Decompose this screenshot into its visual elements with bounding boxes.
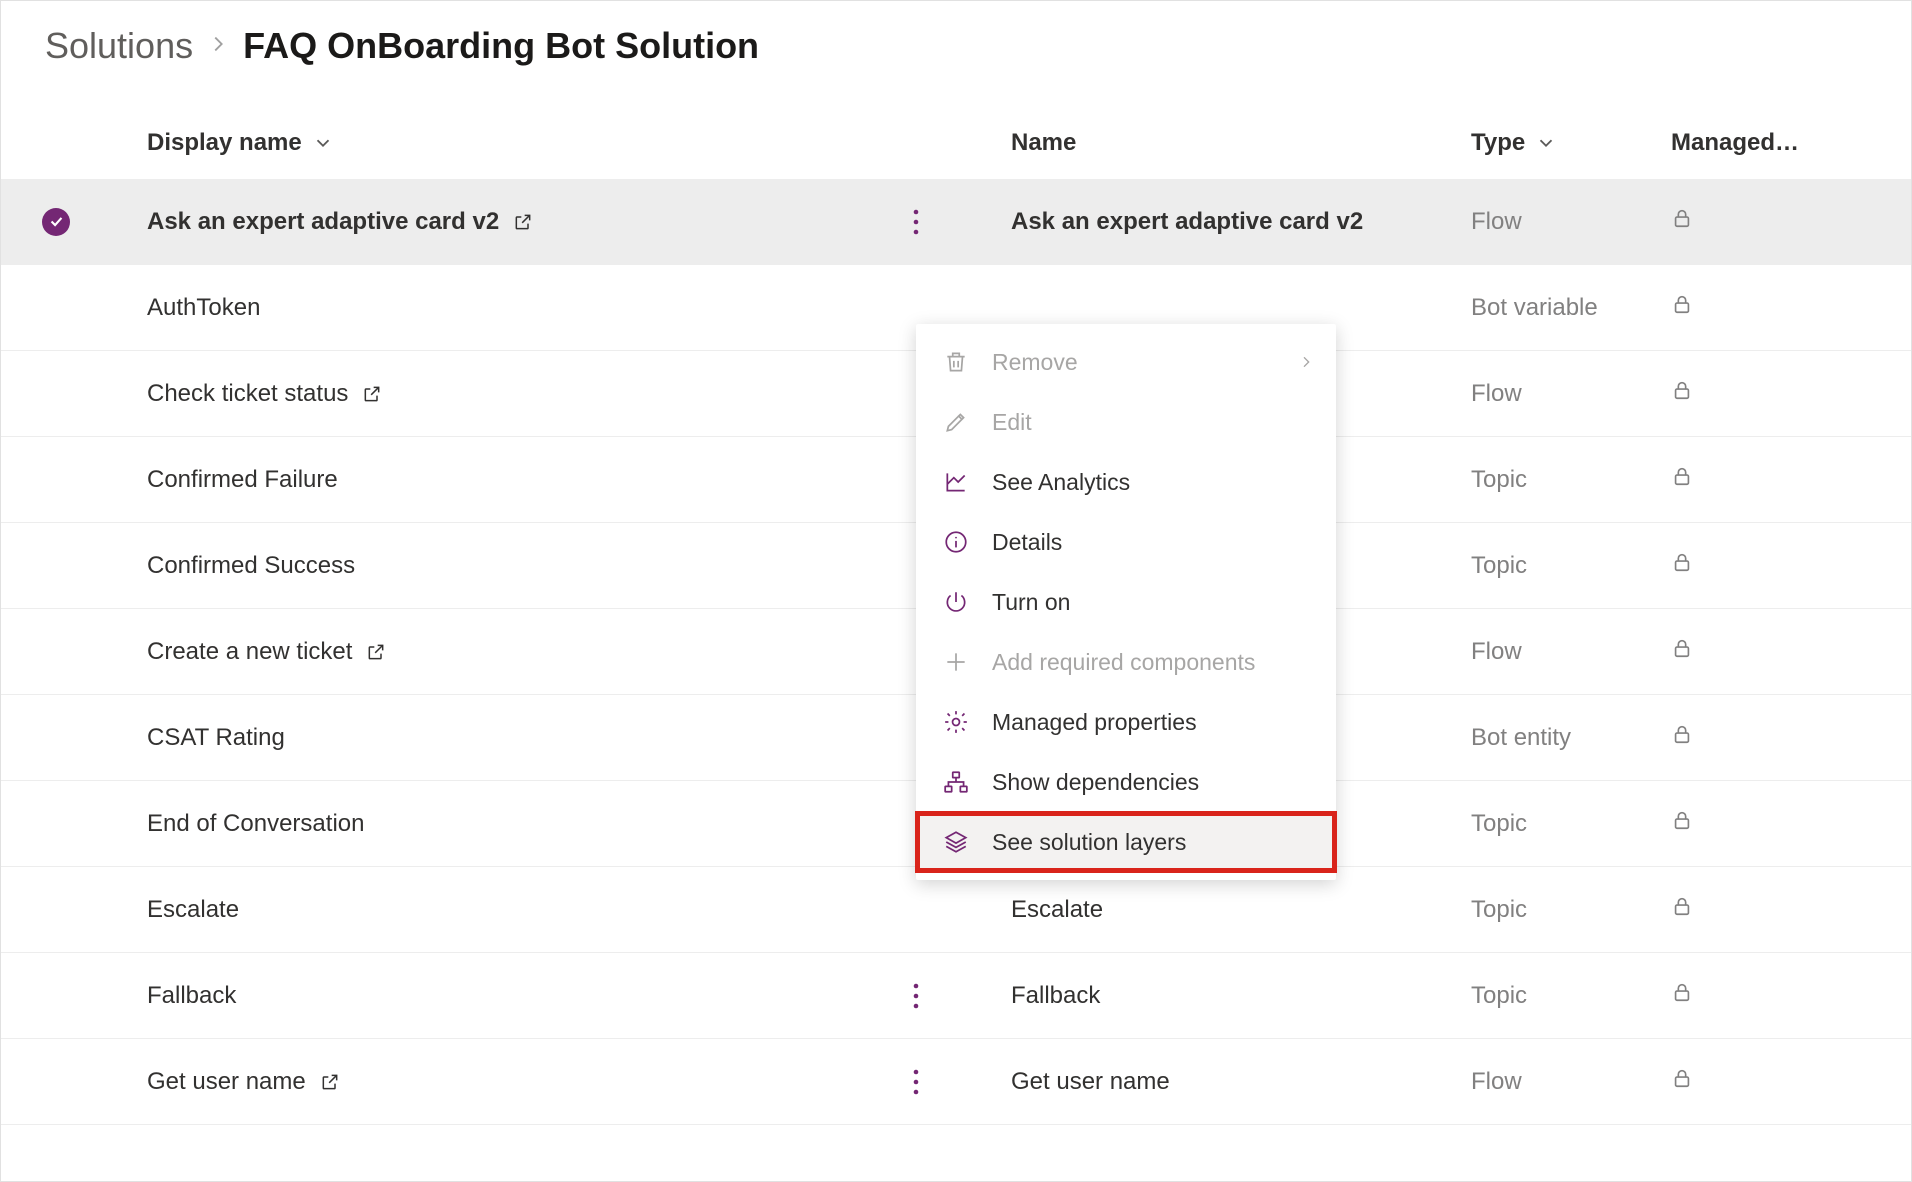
lock-icon <box>1671 377 1693 403</box>
table-row[interactable]: Get user nameGet user nameFlow <box>1 1039 1911 1125</box>
managed-cell <box>1641 635 1911 668</box>
lock-icon <box>1671 635 1693 661</box>
menu-item-label: See Analytics <box>992 469 1130 496</box>
menu-item-label: Remove <box>992 349 1078 376</box>
display-name-cell[interactable]: Confirmed Success <box>147 552 355 580</box>
display-name-cell[interactable]: Escalate <box>147 896 239 924</box>
type-cell: Topic <box>1431 466 1641 494</box>
menu-item-pencil: Edit <box>916 392 1336 452</box>
display-name-cell[interactable]: End of Conversation <box>147 810 364 838</box>
display-name-cell[interactable]: Check ticket status <box>147 380 382 408</box>
more-actions-button[interactable] <box>896 1059 936 1105</box>
managed-cell <box>1641 549 1911 582</box>
type-cell: Flow <box>1431 638 1641 666</box>
display-name-cell[interactable]: CSAT Rating <box>147 724 285 752</box>
lock-icon <box>1671 463 1693 489</box>
selected-check-icon <box>42 208 70 236</box>
lock-icon <box>1671 1065 1693 1091</box>
menu-item-label: Show dependencies <box>992 769 1199 796</box>
lock-icon <box>1671 549 1693 575</box>
managed-cell <box>1641 1065 1911 1098</box>
more-actions-button[interactable] <box>896 973 936 1019</box>
name-cell: Fallback <box>951 982 1431 1010</box>
chevron-down-icon <box>1535 132 1557 154</box>
lock-icon <box>1671 721 1693 747</box>
display-name-cell[interactable]: Confirmed Failure <box>147 466 338 494</box>
menu-item-power[interactable]: Turn on <box>916 572 1336 632</box>
chevron-down-icon <box>312 132 334 154</box>
open-new-window-icon <box>513 212 533 232</box>
managed-cell <box>1641 721 1911 754</box>
open-new-window-icon <box>362 384 382 404</box>
managed-cell <box>1641 893 1911 926</box>
menu-item-label: Add required components <box>992 649 1255 676</box>
info-icon <box>942 528 970 556</box>
layers-icon <box>942 828 970 856</box>
table-row[interactable]: Ask an expert adaptive card v2 Ask an exp… <box>1 179 1911 265</box>
open-new-window-icon <box>320 1072 340 1092</box>
lock-icon <box>1671 807 1693 833</box>
name-cell: Ask an expert adaptive card v2 <box>951 208 1431 236</box>
context-menu[interactable]: Remove Edit See Analytics Details Turn on Add… <box>916 324 1336 880</box>
menu-item-label: Details <box>992 529 1062 556</box>
display-name-cell[interactable]: Get user name <box>147 1068 340 1096</box>
type-cell: Flow <box>1431 380 1641 408</box>
menu-item-label: Turn on <box>992 589 1070 616</box>
lock-icon <box>1671 893 1693 919</box>
type-cell: Flow <box>1431 208 1641 236</box>
menu-item-plus: Add required components <box>916 632 1336 692</box>
name-cell: Escalate <box>951 896 1431 924</box>
header-name[interactable]: Name <box>1011 129 1076 157</box>
breadcrumb-root[interactable]: Solutions <box>45 25 193 67</box>
type-cell: Topic <box>1431 552 1641 580</box>
managed-cell <box>1641 979 1911 1012</box>
menu-item-info[interactable]: Details <box>916 512 1336 572</box>
display-name-cell[interactable]: Ask an expert adaptive card v2 <box>147 208 533 236</box>
menu-item-trash: Remove <box>916 332 1336 392</box>
more-actions-button[interactable] <box>896 199 936 245</box>
plus-icon <box>942 648 970 676</box>
type-cell: Topic <box>1431 982 1641 1010</box>
type-cell: Topic <box>1431 810 1641 838</box>
gear-icon <box>942 708 970 736</box>
power-icon <box>942 588 970 616</box>
header-type[interactable]: Type <box>1471 129 1557 157</box>
menu-item-label: Edit <box>992 409 1032 436</box>
type-cell: Bot variable <box>1431 294 1641 322</box>
managed-cell <box>1641 291 1911 324</box>
table-row[interactable]: FallbackFallbackTopic <box>1 953 1911 1039</box>
pencil-icon <box>942 408 970 436</box>
managed-cell <box>1641 377 1911 410</box>
chevron-right-icon <box>207 29 229 63</box>
display-name-cell[interactable]: AuthToken <box>147 294 260 322</box>
header-display-name[interactable]: Display name <box>147 129 334 157</box>
deps-icon <box>942 768 970 796</box>
menu-item-label: Managed properties <box>992 709 1197 736</box>
breadcrumb: Solutions FAQ OnBoarding Bot Solution <box>1 25 1911 107</box>
table-header-row: Display name Name Type Managed… <box>1 107 1911 179</box>
menu-item-layers[interactable]: See solution layers <box>916 812 1336 872</box>
open-new-window-icon <box>366 642 386 662</box>
managed-cell <box>1641 205 1911 238</box>
analytics-icon <box>942 468 970 496</box>
menu-item-label: See solution layers <box>992 829 1186 856</box>
header-managed[interactable]: Managed… <box>1671 129 1799 157</box>
trash-icon <box>942 348 970 376</box>
breadcrumb-current: FAQ OnBoarding Bot Solution <box>243 25 759 67</box>
type-cell: Bot entity <box>1431 724 1641 752</box>
display-name-cell[interactable]: Fallback <box>147 982 236 1010</box>
type-cell: Flow <box>1431 1068 1641 1096</box>
chevron-right-icon <box>1298 354 1314 370</box>
managed-cell <box>1641 807 1911 840</box>
display-name-cell[interactable]: Create a new ticket <box>147 638 386 666</box>
name-cell: Get user name <box>951 1068 1431 1096</box>
menu-item-deps[interactable]: Show dependencies <box>916 752 1336 812</box>
menu-item-analytics[interactable]: See Analytics <box>916 452 1336 512</box>
lock-icon <box>1671 291 1693 317</box>
menu-item-gear[interactable]: Managed properties <box>916 692 1336 752</box>
lock-icon <box>1671 979 1693 1005</box>
lock-icon <box>1671 205 1693 231</box>
type-cell: Topic <box>1431 896 1641 924</box>
managed-cell <box>1641 463 1911 496</box>
